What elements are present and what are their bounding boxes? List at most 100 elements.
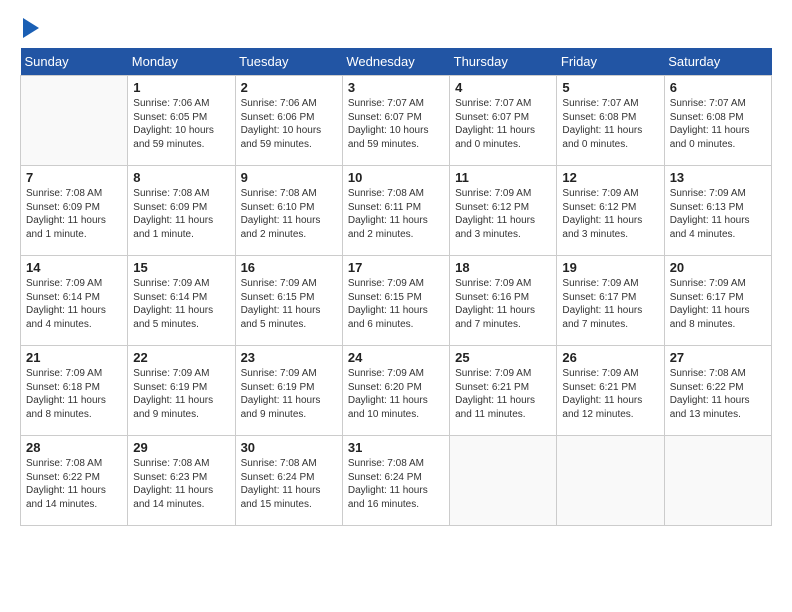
day-number: 27 <box>670 350 766 365</box>
day-number: 28 <box>26 440 122 455</box>
cell-content: Sunrise: 7:09 AMSunset: 6:21 PMDaylight:… <box>562 367 658 421</box>
week-row-3: 21 Sunrise: 7:09 AMSunset: 6:18 PMDayligh… <box>21 346 772 436</box>
logo-arrow-icon <box>23 18 39 38</box>
header-wednesday: Wednesday <box>342 48 449 76</box>
header-saturday: Saturday <box>664 48 771 76</box>
day-number: 21 <box>26 350 122 365</box>
calendar-cell: 26 Sunrise: 7:09 AMSunset: 6:21 PMDayligh… <box>557 346 664 436</box>
cell-content: Sunrise: 7:08 AMSunset: 6:22 PMDaylight:… <box>670 367 766 421</box>
cell-content: Sunrise: 7:08 AMSunset: 6:09 PMDaylight:… <box>26 187 122 241</box>
calendar-header-row: SundayMondayTuesdayWednesdayThursdayFrid… <box>21 48 772 76</box>
cell-content: Sunrise: 7:07 AMSunset: 6:07 PMDaylight:… <box>348 97 444 151</box>
header-friday: Friday <box>557 48 664 76</box>
cell-content: Sunrise: 7:08 AMSunset: 6:09 PMDaylight:… <box>133 187 229 241</box>
header-monday: Monday <box>128 48 235 76</box>
week-row-4: 28Sunrise: 7:08 AMSunset: 6:22 PMDayligh… <box>21 436 772 526</box>
cell-content: Sunrise: 7:09 AMSunset: 6:15 PMDaylight:… <box>241 277 337 331</box>
day-number: 3 <box>348 80 444 95</box>
calendar-cell: 23 Sunrise: 7:09 AMSunset: 6:19 PMDayligh… <box>235 346 342 436</box>
day-number: 10 <box>348 170 444 185</box>
calendar-cell: 31 Sunrise: 7:08 AMSunset: 6:24 PMDayligh… <box>342 436 449 526</box>
day-number: 17 <box>348 260 444 275</box>
page-header <box>20 20 772 38</box>
cell-content: Sunrise: 7:08 AMSunset: 6:11 PMDaylight:… <box>348 187 444 241</box>
day-number: 2 <box>241 80 337 95</box>
calendar-cell: 8 Sunrise: 7:08 AMSunset: 6:09 PMDaylight… <box>128 166 235 256</box>
calendar-cell: 15 Sunrise: 7:09 AMSunset: 6:14 PMDayligh… <box>128 256 235 346</box>
day-number: 6 <box>670 80 766 95</box>
day-number: 23 <box>241 350 337 365</box>
calendar-cell: 14 Sunrise: 7:09 AMSunset: 6:14 PMDayligh… <box>21 256 128 346</box>
calendar-cell: 10 Sunrise: 7:08 AMSunset: 6:11 PMDayligh… <box>342 166 449 256</box>
day-number: 25 <box>455 350 551 365</box>
day-number: 19 <box>562 260 658 275</box>
cell-content: Sunrise: 7:09 AMSunset: 6:17 PMDaylight:… <box>670 277 766 331</box>
cell-content: Sunrise: 7:07 AMSunset: 6:07 PMDaylight:… <box>455 97 551 151</box>
day-number: 11 <box>455 170 551 185</box>
calendar-cell: 1 Sunrise: 7:06 AMSunset: 6:05 PMDaylight… <box>128 76 235 166</box>
cell-content: Sunrise: 7:09 AMSunset: 6:13 PMDaylight:… <box>670 187 766 241</box>
day-number: 13 <box>670 170 766 185</box>
calendar-cell: 25 Sunrise: 7:09 AMSunset: 6:21 PMDayligh… <box>450 346 557 436</box>
day-number: 15 <box>133 260 229 275</box>
day-number: 12 <box>562 170 658 185</box>
day-number: 24 <box>348 350 444 365</box>
calendar-cell: 29Sunrise: 7:08 AMSunset: 6:23 PMDayligh… <box>128 436 235 526</box>
cell-content: Sunrise: 7:09 AMSunset: 6:17 PMDaylight:… <box>562 277 658 331</box>
calendar-cell: 21 Sunrise: 7:09 AMSunset: 6:18 PMDayligh… <box>21 346 128 436</box>
cell-content: Sunrise: 7:09 AMSunset: 6:18 PMDaylight:… <box>26 367 122 421</box>
day-number: 20 <box>670 260 766 275</box>
calendar-cell: 27 Sunrise: 7:08 AMSunset: 6:22 PMDayligh… <box>664 346 771 436</box>
week-row-2: 14 Sunrise: 7:09 AMSunset: 6:14 PMDayligh… <box>21 256 772 346</box>
calendar-cell: 2 Sunrise: 7:06 AMSunset: 6:06 PMDaylight… <box>235 76 342 166</box>
cell-content: Sunrise: 7:08 AMSunset: 6:23 PMDaylight:… <box>133 457 229 511</box>
calendar-cell <box>664 436 771 526</box>
day-number: 22 <box>133 350 229 365</box>
day-number: 14 <box>26 260 122 275</box>
calendar-cell: 20 Sunrise: 7:09 AMSunset: 6:17 PMDayligh… <box>664 256 771 346</box>
cell-content: Sunrise: 7:09 AMSunset: 6:19 PMDaylight:… <box>241 367 337 421</box>
calendar-cell: 22Sunrise: 7:09 AMSunset: 6:19 PMDayligh… <box>128 346 235 436</box>
calendar-cell: 28Sunrise: 7:08 AMSunset: 6:22 PMDayligh… <box>21 436 128 526</box>
day-number: 26 <box>562 350 658 365</box>
cell-content: Sunrise: 7:09 AMSunset: 6:12 PMDaylight:… <box>455 187 551 241</box>
calendar-cell: 3 Sunrise: 7:07 AMSunset: 6:07 PMDaylight… <box>342 76 449 166</box>
day-number: 8 <box>133 170 229 185</box>
cell-content: Sunrise: 7:09 AMSunset: 6:21 PMDaylight:… <box>455 367 551 421</box>
cell-content: Sunrise: 7:08 AMSunset: 6:10 PMDaylight:… <box>241 187 337 241</box>
header-sunday: Sunday <box>21 48 128 76</box>
calendar-cell: 17 Sunrise: 7:09 AMSunset: 6:15 PMDayligh… <box>342 256 449 346</box>
calendar-cell: 6 Sunrise: 7:07 AMSunset: 6:08 PMDaylight… <box>664 76 771 166</box>
cell-content: Sunrise: 7:06 AMSunset: 6:06 PMDaylight:… <box>241 97 337 151</box>
cell-content: Sunrise: 7:09 AMSunset: 6:14 PMDaylight:… <box>26 277 122 331</box>
calendar-table: SundayMondayTuesdayWednesdayThursdayFrid… <box>20 48 772 526</box>
cell-content: Sunrise: 7:08 AMSunset: 6:24 PMDaylight:… <box>241 457 337 511</box>
cell-content: Sunrise: 7:06 AMSunset: 6:05 PMDaylight:… <box>133 97 229 151</box>
cell-content: Sunrise: 7:07 AMSunset: 6:08 PMDaylight:… <box>670 97 766 151</box>
week-row-1: 7 Sunrise: 7:08 AMSunset: 6:09 PMDaylight… <box>21 166 772 256</box>
header-thursday: Thursday <box>450 48 557 76</box>
day-number: 31 <box>348 440 444 455</box>
cell-content: Sunrise: 7:07 AMSunset: 6:08 PMDaylight:… <box>562 97 658 151</box>
calendar-cell: 13 Sunrise: 7:09 AMSunset: 6:13 PMDayligh… <box>664 166 771 256</box>
day-number: 18 <box>455 260 551 275</box>
day-number: 7 <box>26 170 122 185</box>
calendar-cell: 9 Sunrise: 7:08 AMSunset: 6:10 PMDaylight… <box>235 166 342 256</box>
day-number: 9 <box>241 170 337 185</box>
calendar-cell: 5 Sunrise: 7:07 AMSunset: 6:08 PMDaylight… <box>557 76 664 166</box>
day-number: 16 <box>241 260 337 275</box>
calendar-cell: 30Sunrise: 7:08 AMSunset: 6:24 PMDayligh… <box>235 436 342 526</box>
calendar-cell: 11 Sunrise: 7:09 AMSunset: 6:12 PMDayligh… <box>450 166 557 256</box>
calendar-cell: 24Sunrise: 7:09 AMSunset: 6:20 PMDayligh… <box>342 346 449 436</box>
cell-content: Sunrise: 7:09 AMSunset: 6:14 PMDaylight:… <box>133 277 229 331</box>
calendar-cell <box>21 76 128 166</box>
day-number: 1 <box>133 80 229 95</box>
day-number: 5 <box>562 80 658 95</box>
calendar-cell: 19 Sunrise: 7:09 AMSunset: 6:17 PMDayligh… <box>557 256 664 346</box>
calendar-cell: 12Sunrise: 7:09 AMSunset: 6:12 PMDayligh… <box>557 166 664 256</box>
cell-content: Sunrise: 7:09 AMSunset: 6:16 PMDaylight:… <box>455 277 551 331</box>
day-number: 4 <box>455 80 551 95</box>
cell-content: Sunrise: 7:08 AMSunset: 6:24 PMDaylight:… <box>348 457 444 511</box>
week-row-0: 1 Sunrise: 7:06 AMSunset: 6:05 PMDaylight… <box>21 76 772 166</box>
cell-content: Sunrise: 7:09 AMSunset: 6:15 PMDaylight:… <box>348 277 444 331</box>
